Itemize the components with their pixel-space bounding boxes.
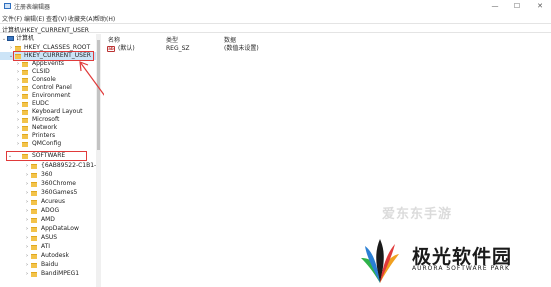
value-name: (默认) <box>118 45 135 52</box>
value-type: REG_SZ <box>166 45 190 52</box>
value-data: (数值未设置) <box>224 45 259 52</box>
watermark-text: 爱东东手游 <box>382 207 453 222</box>
column-header-data[interactable]: 数据 <box>224 35 236 44</box>
column-header-name[interactable]: 名称 <box>108 35 120 44</box>
value-row[interactable]: ab (默认) REG_SZ (数值未设置) <box>104 45 304 53</box>
aurora-logo-icon <box>361 239 399 283</box>
string-value-icon: ab <box>107 46 115 52</box>
brand-subtitle: AURORA SOFTWARE PARK <box>412 265 510 272</box>
column-header-type[interactable]: 类型 <box>166 35 178 44</box>
